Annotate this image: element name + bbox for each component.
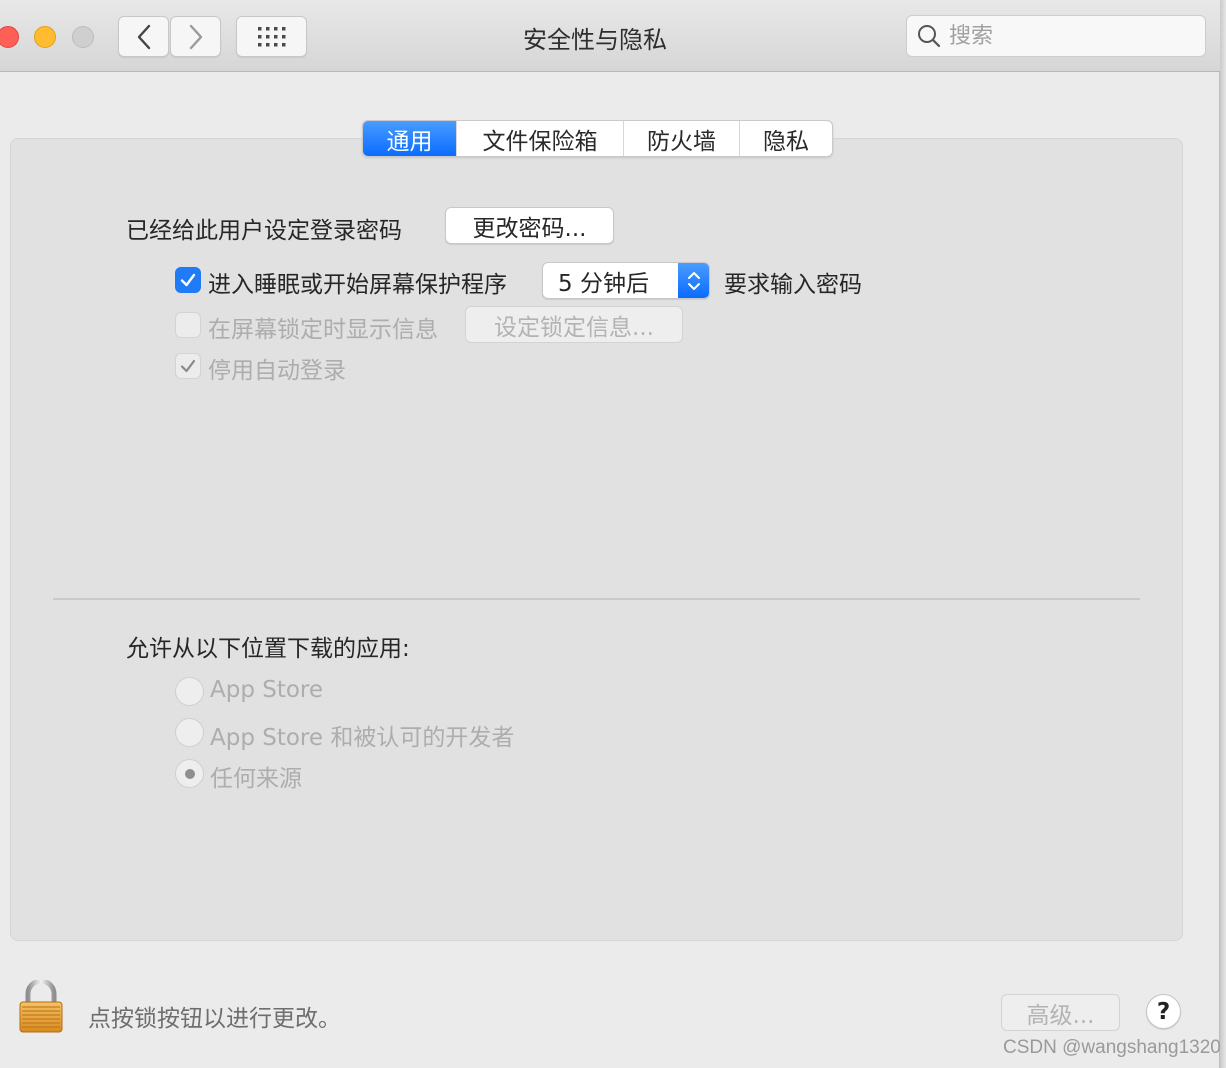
minimize-window-button[interactable]: [34, 26, 56, 48]
sleep-require-password-checkbox[interactable]: [175, 267, 201, 293]
close-window-button[interactable]: [0, 26, 19, 48]
password-set-label: 已经给此用户设定登录密码: [126, 218, 402, 244]
padlock-icon: [19, 978, 63, 1033]
search-icon: [918, 25, 941, 48]
password-delay-select[interactable]: 5 分钟后: [542, 262, 710, 299]
search-field[interactable]: [906, 15, 1206, 57]
window-title: 安全性与隐私: [523, 26, 667, 54]
chevron-right-icon: [189, 24, 202, 49]
show-all-button[interactable]: [236, 16, 307, 57]
radio-app-store-label: App Store: [210, 677, 324, 703]
set-lock-message-button[interactable]: 设定锁定信息...: [465, 306, 683, 343]
radio-anywhere[interactable]: [175, 759, 204, 788]
tab-general[interactable]: 通用: [363, 121, 457, 156]
radio-anywhere-label: 任何来源: [210, 766, 302, 792]
lock-button[interactable]: [18, 978, 64, 1038]
tab-privacy[interactable]: 隐私: [740, 121, 832, 156]
radio-selected-dot: [184, 768, 195, 779]
zoom-window-button[interactable]: [72, 26, 94, 48]
help-button[interactable]: ?: [1146, 994, 1181, 1029]
tab-filevault[interactable]: 文件保险箱: [457, 121, 624, 156]
search-input[interactable]: [949, 23, 1189, 49]
sleep-checkbox-label: 进入睡眠或开始屏幕保护程序: [208, 272, 507, 298]
checkmark-icon: [180, 359, 196, 373]
tab-bar: 通用 文件保险箱 防火墙 隐私: [362, 120, 833, 157]
preferences-window: 安全性与隐私 通用 文件保险箱 防火墙 隐私 已经给此用户设定登录密码 更改密码…: [0, 0, 1221, 1068]
change-password-button[interactable]: 更改密码...: [445, 207, 614, 244]
downloads-heading: 允许从以下位置下载的应用:: [126, 636, 410, 662]
tab-content-panel: [10, 138, 1183, 941]
radio-app-store[interactable]: [175, 677, 204, 706]
forward-button[interactable]: [170, 16, 221, 57]
radio-app-store-identified[interactable]: [175, 718, 204, 747]
window-edge: [1220, 0, 1226, 1068]
checkmark-icon: [180, 273, 196, 287]
watermark: CSDN @wangshang1320: [1003, 1037, 1221, 1058]
disable-autologin-label: 停用自动登录: [208, 358, 346, 384]
grid-icon: [257, 26, 285, 46]
tab-firewall[interactable]: 防火墙: [624, 121, 740, 156]
lock-message: 点按锁按钮以进行更改。: [88, 1006, 341, 1032]
back-button[interactable]: [118, 16, 169, 57]
password-delay-value: 5 分钟后: [558, 270, 649, 297]
radio-app-store-identified-label: App Store 和被认可的开发者: [210, 725, 515, 751]
disable-autologin-checkbox[interactable]: [175, 353, 201, 379]
up-down-chevron-icon: [678, 263, 709, 298]
show-lock-message-label: 在屏幕锁定时显示信息: [208, 317, 438, 343]
require-password-label: 要求输入密码: [724, 272, 862, 298]
chevron-left-icon: [137, 24, 150, 49]
advanced-button[interactable]: 高级...: [1001, 994, 1120, 1031]
show-lock-message-checkbox[interactable]: [175, 312, 201, 338]
section-divider: [53, 598, 1140, 600]
title-bar: 安全性与隐私: [0, 0, 1220, 72]
